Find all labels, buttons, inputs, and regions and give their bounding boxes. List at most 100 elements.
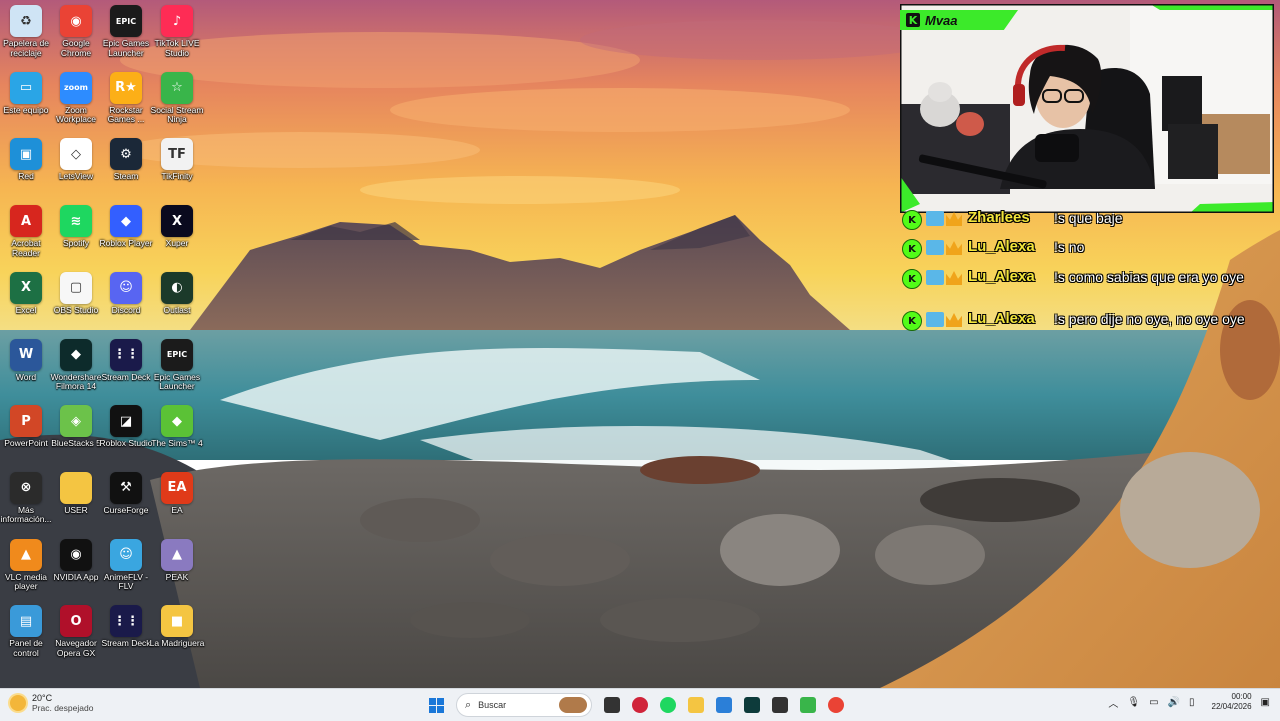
chat-message: K Zharlees !s que baje bbox=[902, 209, 1250, 230]
weather-widget[interactable]: 20°C Prac. despejado bbox=[10, 693, 93, 713]
crown-badge-icon bbox=[946, 241, 962, 255]
desktop-icon-label: Roblox Studio bbox=[99, 438, 153, 449]
battery-icon[interactable]: ▯ bbox=[1189, 697, 1195, 708]
desktop-icon[interactable]: ◪ Roblox Studio bbox=[100, 405, 152, 469]
acrobat-icon: A bbox=[10, 205, 42, 238]
desktop-icon-label: PowerPoint bbox=[4, 438, 48, 449]
chevron-up-icon[interactable]: ︿ bbox=[1108, 695, 1118, 710]
taskbar-app-button[interactable] bbox=[654, 692, 682, 718]
taskbar-app-button[interactable] bbox=[682, 692, 710, 718]
desktop-icon[interactable]: O Navegador Opera GX bbox=[50, 605, 102, 669]
desktop-icon-label: AnimeFLV - FLV bbox=[103, 571, 149, 592]
ea-icon: EA bbox=[161, 471, 193, 504]
webcam-overlay bbox=[900, 4, 1274, 213]
microphone-icon[interactable]: 🎙 bbox=[1127, 697, 1140, 708]
desktop-icon[interactable]: ♻ Papelera de reciclaje bbox=[0, 5, 52, 69]
network-icon[interactable]: ▭ bbox=[1149, 697, 1158, 708]
recycle-bin-icon: ♻ bbox=[10, 5, 42, 37]
desktop-icon[interactable]: ▢ OBS Studio bbox=[50, 271, 102, 336]
desktop-icon[interactable]: ▤ Panel de control bbox=[0, 605, 52, 669]
desktop-icon[interactable]: ◉ Google Chrome bbox=[50, 5, 102, 69]
kick-logo-icon: K bbox=[906, 13, 920, 27]
desktop-icon[interactable]: ⚙ Steam bbox=[100, 138, 152, 202]
steam-icon: ⚙ bbox=[110, 138, 142, 171]
desktop-icon[interactable]: EA EA bbox=[151, 471, 203, 536]
clock-time: 00:00 bbox=[1231, 692, 1252, 701]
desktop-icon[interactable]: EPIC Epic Games Launcher bbox=[100, 5, 152, 69]
spotify-icon bbox=[660, 697, 676, 713]
taskbar-app-button[interactable] bbox=[766, 692, 794, 718]
desktop-icon[interactable]: ▭ Este equipo bbox=[0, 71, 52, 136]
desktop-icon[interactable]: ♪ TikTok LIVE Studio bbox=[151, 5, 203, 69]
desktop-icon[interactable]: ◇ LetsView bbox=[50, 138, 102, 202]
desktop-icon[interactable]: EPIC Epic Games Launcher bbox=[151, 338, 203, 403]
webcam-video bbox=[900, 4, 1274, 213]
desktop-icon[interactable]: ▣ Red bbox=[0, 138, 52, 202]
network-icon: ▣ bbox=[10, 138, 42, 171]
kick-badge-icon: K bbox=[902, 311, 922, 331]
chat-username: Lu_Alexa bbox=[968, 238, 1035, 255]
desktop-icon[interactable]: ◆ The Sims™ 4 bbox=[151, 405, 203, 469]
microsoft-store-icon bbox=[716, 697, 732, 713]
info-icon: ⊗ bbox=[10, 471, 42, 504]
desktop-icon-label: EA bbox=[171, 504, 183, 515]
desktop-icon[interactable]: R★ Rockstar Games ... bbox=[100, 71, 152, 136]
desktop-icon[interactable]: ≋ Spotify bbox=[50, 205, 102, 269]
chat-username: Zharlees bbox=[968, 209, 1030, 226]
social-stream-icon bbox=[800, 697, 816, 713]
desktop-icon[interactable]: ◐ Outlast bbox=[151, 271, 203, 336]
taskbar-app-button[interactable] bbox=[598, 692, 626, 718]
desktop-icon[interactable]: P PowerPoint bbox=[0, 405, 52, 469]
desktop-icon[interactable]: X Excel bbox=[0, 271, 52, 336]
desktop-icon[interactable]: ■ La Madriguera bbox=[150, 605, 204, 669]
desktop-icon[interactable]: ☺ AnimeFLV - FLV bbox=[100, 538, 152, 603]
taskbar-app-button[interactable] bbox=[822, 692, 850, 718]
desktop-icon[interactable]: TF TikFinity bbox=[151, 138, 203, 202]
desktop-icon[interactable]: USER bbox=[50, 471, 102, 536]
desktop-icon[interactable]: ◆ Roblox Player bbox=[100, 205, 152, 269]
desktop-icon-label: CurseForge bbox=[103, 504, 149, 515]
desktop-icon-label: Xuper bbox=[165, 238, 189, 249]
desktop-icon[interactable]: X Xuper bbox=[151, 205, 203, 269]
desktop-icon-label: Este equipo bbox=[3, 104, 49, 115]
desktop-icon-label: Stream Deck bbox=[101, 638, 151, 649]
desktop-icon[interactable]: zoom Zoom Workplace bbox=[50, 71, 102, 136]
streamer-name-tag: K Mvaa bbox=[900, 10, 1018, 30]
desktop-icon[interactable]: ▲ PEAK bbox=[151, 538, 203, 603]
desktop-icon[interactable]: ☺ Discord bbox=[100, 271, 152, 336]
start-button[interactable] bbox=[422, 692, 450, 718]
taskbar-app-button[interactable] bbox=[738, 692, 766, 718]
desktop-icon-label: Stream Deck bbox=[101, 371, 151, 382]
obs-icon: ▢ bbox=[60, 271, 92, 304]
desktop-icon[interactable]: ☆ Social Stream Ninja bbox=[151, 71, 203, 136]
taskbar-app-button[interactable] bbox=[710, 692, 738, 718]
desktop-icon-label: Panel de control bbox=[9, 638, 43, 658]
taskbar-app-button[interactable] bbox=[626, 692, 654, 718]
desktop-icon[interactable]: A Acrobat Reader bbox=[0, 205, 52, 269]
outlast-icon: ◐ bbox=[161, 271, 193, 304]
desktop-icon[interactable]: ⚒ CurseForge bbox=[100, 471, 152, 536]
taskbar-app-button[interactable] bbox=[794, 692, 822, 718]
desktop-icon-label: Word bbox=[15, 371, 37, 382]
crown-badge-icon bbox=[946, 313, 962, 327]
volume-icon[interactable]: 🔊 bbox=[1168, 697, 1180, 708]
desktop-icon[interactable]: ◈ BlueStacks 5 bbox=[50, 405, 102, 469]
chrome-icon: ◉ bbox=[60, 5, 92, 37]
taskbar-search[interactable]: ⌕ Buscar bbox=[456, 693, 592, 717]
notification-icon[interactable]: ▣ bbox=[1261, 697, 1270, 708]
clock[interactable]: 00:00 22/04/2026 bbox=[1212, 692, 1252, 712]
kick-badge-icon: K bbox=[902, 239, 922, 259]
stream-deck-icon-2: ⋮⋮ bbox=[110, 605, 142, 638]
desktop-icon-label: VLC media player bbox=[4, 571, 48, 592]
file-explorer-icon bbox=[688, 697, 704, 713]
pinned-apps bbox=[598, 692, 850, 718]
desktop-icon[interactable]: ◆ Wondershare Filmora 14 bbox=[50, 338, 102, 403]
desktop-icon[interactable]: ⋮⋮ Stream Deck bbox=[100, 338, 152, 403]
desktop-icon[interactable]: ⊗ Más información... bbox=[0, 471, 52, 536]
desktop-icon[interactable]: ◉ NVIDIA App bbox=[50, 538, 102, 603]
folder-icon bbox=[60, 471, 92, 504]
desktop-icon[interactable]: ⋮⋮ Stream Deck bbox=[100, 605, 152, 669]
clock-date: 22/04/2026 bbox=[1211, 702, 1252, 711]
desktop-icon[interactable]: ▲ VLC media player bbox=[0, 538, 52, 603]
desktop-icon[interactable]: W Word bbox=[0, 338, 52, 403]
